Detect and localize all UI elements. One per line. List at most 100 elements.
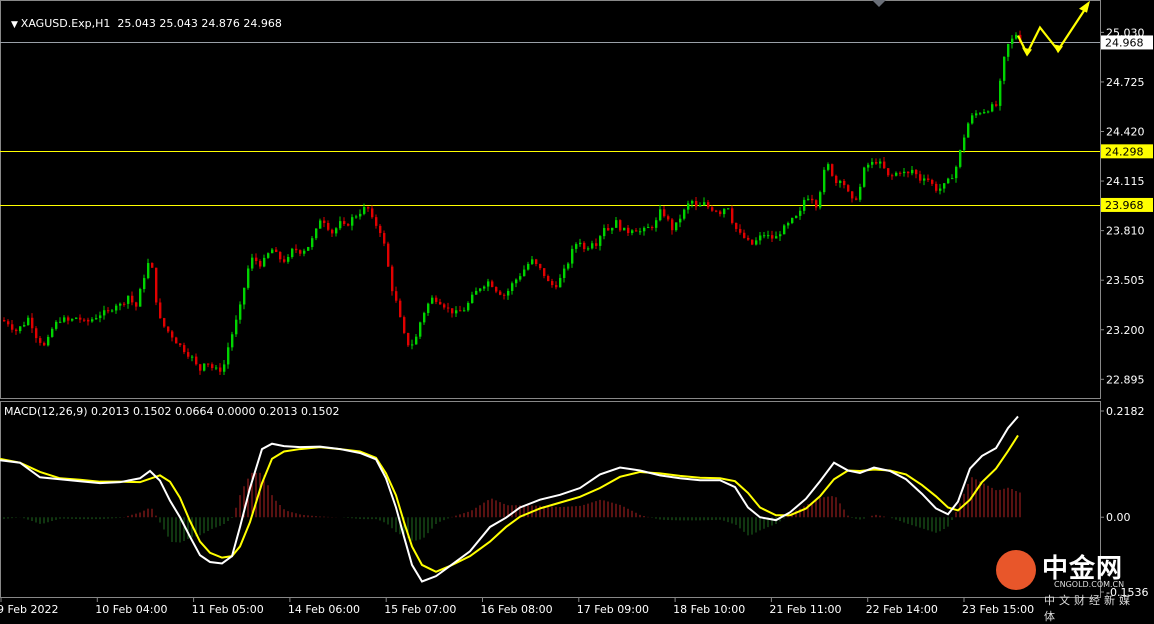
candle-body — [183, 345, 186, 353]
candle-body — [195, 356, 198, 365]
candle-body — [371, 208, 374, 218]
candle-body — [971, 115, 974, 124]
candle-body — [343, 221, 346, 225]
candle-body — [383, 233, 386, 244]
candle-body — [535, 259, 538, 264]
candle-body — [787, 223, 790, 226]
candle-body — [623, 227, 626, 231]
candle — [619, 219, 622, 232]
level-label-text: 23.968 — [1105, 199, 1144, 212]
chart-canvas[interactable]: 25.03024.72524.42024.11523.81023.50523.2… — [0, 0, 1154, 620]
collapse-triangle-icon[interactable]: ▼ — [11, 20, 21, 30]
candle-body — [211, 364, 214, 369]
candle-body — [711, 207, 714, 211]
candle-body — [219, 367, 222, 372]
candle-body — [291, 248, 294, 258]
candle-body — [123, 303, 126, 305]
candle-body — [435, 297, 438, 302]
candle-body — [167, 326, 170, 332]
candle-body — [439, 301, 442, 305]
candle-body — [235, 319, 238, 335]
candle-body — [15, 329, 18, 332]
candle — [151, 262, 154, 268]
candle-body — [251, 257, 254, 269]
candle-body — [363, 207, 366, 214]
candle — [175, 336, 178, 344]
candle-body — [243, 287, 246, 305]
price-tick-label: 23.200 — [1106, 324, 1145, 337]
candle-body — [135, 302, 138, 307]
candle-body — [963, 137, 966, 151]
candle-body — [131, 295, 134, 303]
candle-body — [203, 363, 206, 371]
candle-body — [307, 247, 310, 251]
price-tick-label: 22.895 — [1106, 373, 1145, 386]
candle-body — [355, 216, 358, 218]
candle-body — [303, 250, 306, 254]
candle-body — [499, 291, 502, 295]
candle-body — [415, 336, 418, 345]
candle — [203, 363, 206, 372]
candle-body — [299, 250, 302, 254]
candle-body — [979, 113, 982, 115]
price-tick-label: 24.420 — [1106, 126, 1145, 139]
logo-circle-icon — [996, 550, 1036, 590]
candle-body — [495, 286, 498, 292]
candle-body — [779, 234, 782, 237]
candle-body — [327, 222, 330, 230]
candle-body — [47, 336, 50, 346]
candle-body — [899, 172, 902, 174]
candle — [419, 321, 422, 340]
candle-body — [675, 222, 678, 231]
candle-body — [587, 248, 590, 250]
candle-body — [339, 221, 342, 229]
candle-body — [83, 319, 86, 321]
candle-body — [55, 321, 58, 329]
candle-body — [635, 230, 638, 232]
candle-body — [599, 236, 602, 246]
candle-body — [823, 169, 826, 193]
level-label-2: 23.968 — [1101, 197, 1153, 212]
time-tick-label: 11 Feb 05:00 — [192, 603, 264, 616]
candle-body — [399, 300, 402, 318]
time-tick-label: 9 Feb 2022 — [0, 603, 58, 616]
candle-body — [607, 228, 610, 231]
candle-body — [427, 303, 430, 313]
candle-body — [191, 356, 194, 358]
candle-body — [687, 203, 690, 210]
candle-body — [255, 257, 258, 262]
candle — [783, 224, 786, 235]
candle-body — [67, 317, 70, 321]
candle-body — [619, 220, 622, 231]
candle-body — [1011, 38, 1014, 44]
candle-body — [987, 111, 990, 113]
candle-body — [763, 235, 766, 237]
candle-body — [739, 228, 742, 233]
candle-body — [523, 269, 526, 277]
candle-body — [699, 205, 702, 207]
candle — [163, 317, 166, 328]
candle-body — [759, 235, 762, 241]
candle-body — [667, 216, 670, 220]
candle-body — [959, 150, 962, 167]
symbol-ohlc: XAGUSD.Exp,H1 25.043 25.043 24.876 24.96… — [20, 17, 282, 30]
time-tick-label: 15 Feb 07:00 — [384, 603, 456, 616]
candle-body — [955, 166, 958, 179]
candle-body — [627, 227, 630, 233]
candle-body — [703, 202, 706, 206]
candle-body — [367, 207, 370, 209]
candle-body — [147, 263, 150, 279]
candle-body — [119, 303, 122, 306]
candle-body — [595, 243, 598, 246]
candle-body — [647, 227, 650, 229]
candle — [139, 287, 142, 307]
candle-body — [691, 201, 694, 204]
macd-info: MACD(12,26,9) 0.2013 0.1502 0.0664 0.000… — [4, 405, 340, 418]
candle-body — [655, 220, 658, 228]
candle-body — [263, 257, 266, 267]
candle-body — [575, 244, 578, 249]
candle-body — [851, 191, 854, 199]
candle-body — [519, 276, 522, 280]
candle-body — [943, 183, 946, 189]
candle — [751, 239, 754, 246]
